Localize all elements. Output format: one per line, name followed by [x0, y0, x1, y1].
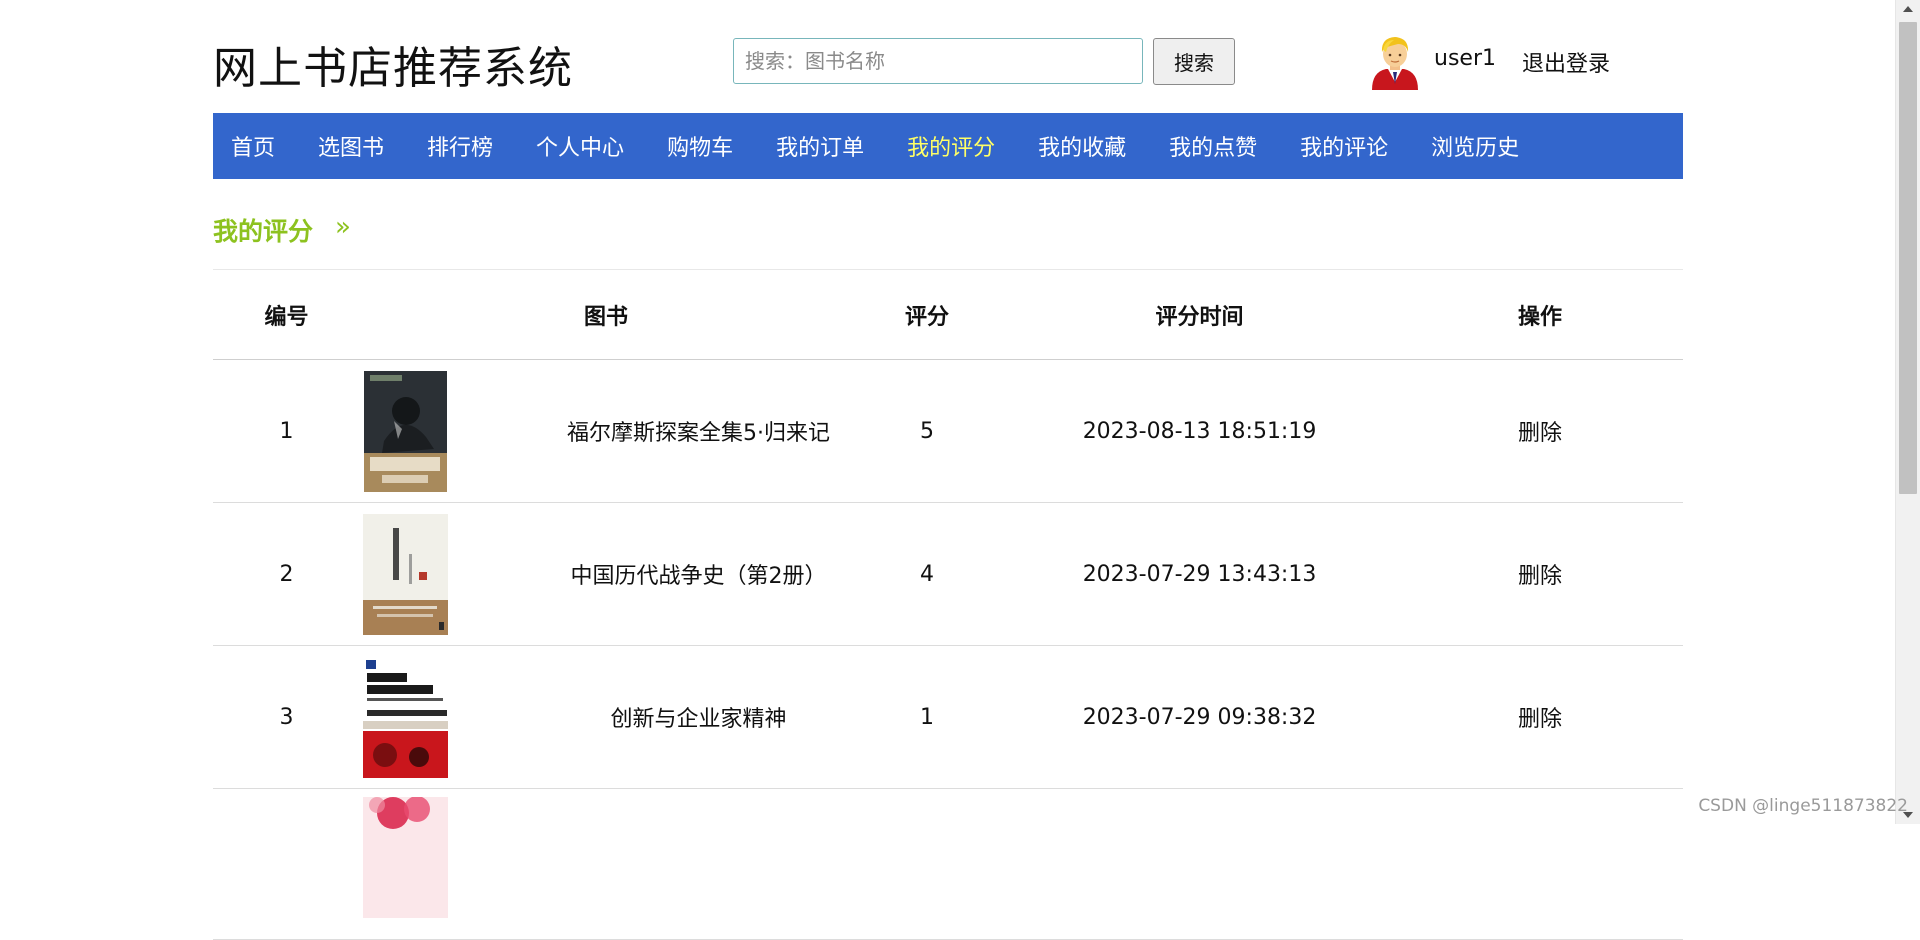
- book-cover-cell: [360, 645, 545, 789]
- table-row: 1 福尔摩斯探案全集5·归来记 5 2023-08-13 18:51:19 删除: [213, 359, 1684, 503]
- username[interactable]: user1: [1434, 46, 1496, 71]
- book-title[interactable]: 创新与企业家精神: [545, 645, 853, 789]
- delete-button[interactable]: 删除: [1518, 421, 1562, 446]
- nav-item-9[interactable]: 我的评论: [1300, 130, 1388, 162]
- row-id: [213, 788, 360, 940]
- nav-item-0[interactable]: 首页: [231, 130, 275, 162]
- header-rating-time: 评分时间: [1002, 270, 1398, 360]
- table-row: [213, 788, 1684, 940]
- book-cover-image[interactable]: [363, 656, 448, 778]
- row-rating-time: [1002, 788, 1398, 940]
- row-rating-time: 2023-08-13 18:51:19: [1002, 359, 1398, 503]
- watermark: CSDN @linge511873822: [1698, 796, 1908, 816]
- main-nav: 首页 选图书 排行榜 个人中心 购物车 我的订单 我的评分 我的收藏 我的点赞 我的评论 浏览历史: [213, 113, 1683, 179]
- book-cover-cell: [360, 359, 545, 503]
- book-cover-image[interactable]: [364, 370, 447, 492]
- search-button[interactable]: 搜索: [1153, 38, 1235, 85]
- vertical-scrollbar[interactable]: [1895, 0, 1920, 824]
- row-id: 1: [213, 359, 360, 503]
- site-title: 网上书店推荐系统: [213, 43, 573, 94]
- book-cover-cell: [360, 502, 545, 646]
- book-cover-cell: [360, 788, 545, 940]
- header-rating: 评分: [852, 270, 1003, 360]
- user-avatar-icon: [1372, 37, 1418, 90]
- book-cover-image[interactable]: [363, 797, 448, 918]
- logout-link[interactable]: 退出登录: [1522, 46, 1610, 78]
- delete-button[interactable]: 删除: [1518, 707, 1562, 732]
- book-cover-image[interactable]: [363, 513, 448, 635]
- book-title[interactable]: 福尔摩斯探案全集5·归来记: [545, 359, 853, 503]
- row-rating: 1: [852, 645, 1003, 789]
- delete-button[interactable]: 删除: [1518, 564, 1562, 589]
- row-rating: 4: [852, 502, 1003, 646]
- book-title[interactable]: 中国历代战争史（第2册）: [545, 502, 853, 646]
- row-rating-time: 2023-07-29 13:43:13: [1002, 502, 1398, 646]
- row-rating-time: 2023-07-29 09:38:32: [1002, 645, 1398, 789]
- nav-item-10[interactable]: 浏览历史: [1431, 130, 1519, 162]
- nav-item-8[interactable]: 我的点赞: [1169, 130, 1257, 162]
- nav-item-3[interactable]: 个人中心: [536, 130, 624, 162]
- row-rating: 5: [852, 359, 1003, 503]
- table-header-row: 编号 图书 评分 评分时间 操作: [213, 270, 1684, 360]
- nav-item-5[interactable]: 我的订单: [776, 130, 864, 162]
- table-row: 3 创新与企业家精神 1 2023-07-29 09:38:32 删除: [213, 645, 1684, 789]
- nav-item-1[interactable]: 选图书: [318, 130, 384, 162]
- scroll-up-arrow-icon[interactable]: [1903, 6, 1913, 12]
- row-id: 3: [213, 645, 360, 789]
- page-title: 我的评分: [213, 217, 314, 246]
- row-id: 2: [213, 502, 360, 646]
- header-id: 编号: [213, 270, 360, 360]
- nav-item-7[interactable]: 我的收藏: [1038, 130, 1126, 162]
- search-input[interactable]: [733, 38, 1143, 84]
- table-row: 2 中国历代战争史（第2册） 4 2023-07-29 13:43:13 删除: [213, 502, 1684, 646]
- book-title[interactable]: [545, 788, 853, 940]
- row-rating: [852, 788, 1003, 940]
- scrollbar-thumb[interactable]: [1899, 22, 1917, 494]
- header-action: 操作: [1397, 270, 1684, 360]
- nav-item-2[interactable]: 排行榜: [427, 130, 493, 162]
- nav-item-4[interactable]: 购物车: [667, 130, 733, 162]
- header-book: 图书: [360, 270, 853, 360]
- ratings-table: 编号 图书 评分 评分时间 操作 1 福尔摩斯探案全集5·归来记 5 2023-…: [213, 270, 1684, 940]
- nav-item-6[interactable]: 我的评分: [907, 130, 995, 162]
- double-chevron-right-icon: »: [335, 212, 351, 242]
